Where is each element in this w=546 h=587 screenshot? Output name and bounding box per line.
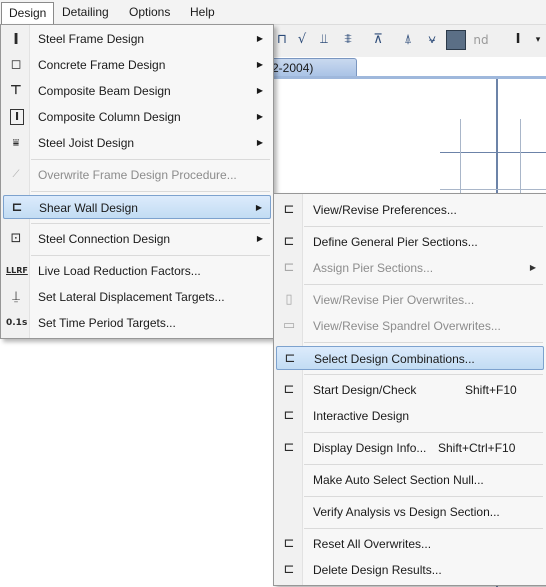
menu-item-interactive-design[interactable]: ⊏ Interactive Design: [276, 404, 544, 428]
submenu-arrow-icon: ▶: [256, 234, 263, 243]
interactive-design-icon: ⊏: [283, 408, 295, 423]
menu-detailing[interactable]: Detailing: [55, 2, 116, 22]
menu-item-assign-pier-sections[interactable]: ⊏ Assign Pier Sections... ▶: [276, 256, 544, 280]
menu-separator: [31, 223, 270, 224]
menu-item-make-auto-select-section-null[interactable]: Make Auto Select Section Null...: [276, 468, 544, 492]
displacement-target-icon: ⍊: [12, 289, 20, 304]
overwrite-procedure-icon: ⟋: [12, 169, 20, 180]
menu-item-define-general-pier-sections[interactable]: ⊏ Define General Pier Sections...: [276, 230, 544, 254]
menu-item-start-design-check[interactable]: ⊏ Start Design/Check Shift+F10: [276, 378, 544, 402]
check-icon[interactable]: √: [292, 30, 312, 50]
concrete-frame-icon: ◻: [10, 57, 22, 72]
menu-separator: [304, 374, 543, 375]
menu-separator: [304, 342, 543, 343]
composite-beam-icon: ⊤: [10, 83, 22, 98]
shear-wall-design-submenu: ⊏ View/Revise Preferences... ⊏ Define Ge…: [273, 193, 546, 586]
beam-icon[interactable]: ⫫: [314, 30, 334, 50]
menu-item-set-time-period-targets[interactable]: 0.1s Set Time Period Targets...: [3, 311, 271, 335]
menu-help[interactable]: Help: [183, 2, 222, 22]
menu-item-view-revise-spandrel-overwrites[interactable]: ▭ View/Revise Spandrel Overwrites...: [276, 314, 544, 338]
menu-separator: [31, 255, 270, 256]
menu-separator: [304, 432, 543, 433]
document-tab[interactable]: 2-2004): [263, 58, 357, 76]
menu-separator: [304, 496, 543, 497]
steel-joist-icon: ⩸: [12, 136, 20, 149]
menu-separator: [304, 284, 543, 285]
composite-column-icon: I: [10, 109, 24, 125]
steel-frame-icon: I: [13, 30, 19, 48]
toolbar: ⊓ √ ⫫ ⩨ ⊼ ⍋ ⍱ nd I ▾: [268, 25, 546, 57]
menu-bar: Design Detailing Options Help: [0, 0, 546, 25]
steel-connection-icon: ⊡: [10, 231, 22, 246]
menu-separator: [304, 226, 543, 227]
menu-item-verify-analysis-vs-design-section[interactable]: Verify Analysis vs Design Section...: [276, 500, 544, 524]
dropdown-arrow-icon[interactable]: ▾: [528, 30, 546, 50]
menu-item-steel-frame-design[interactable]: I Steel Frame Design ▶: [3, 27, 271, 51]
menu-item-delete-design-results[interactable]: ⊏ Delete Design Results...: [276, 558, 544, 582]
llrf-icon: LLRF: [6, 266, 28, 275]
truss-icon[interactable]: ⍱: [422, 30, 442, 50]
delete-results-icon: ⊏: [283, 562, 295, 577]
define-pier-icon: ⊏: [283, 234, 295, 249]
menu-item-select-design-combinations[interactable]: ⊏ Select Design Combinations...: [276, 346, 544, 370]
menu-separator: [31, 159, 270, 160]
menu-item-display-design-info[interactable]: ⊏ Display Design Info... Shift+Ctrl+F10: [276, 436, 544, 460]
menu-design[interactable]: Design: [1, 2, 55, 25]
submenu-arrow-icon: ▶: [256, 86, 263, 95]
preferences-icon: ⊏: [283, 202, 295, 217]
menu-options[interactable]: Options: [122, 2, 177, 22]
menu-item-concrete-frame-design[interactable]: ◻ Concrete Frame Design ▶: [3, 53, 271, 77]
render-icon[interactable]: [446, 30, 466, 50]
menu-item-composite-beam-design[interactable]: ⊤ Composite Beam Design ▶: [3, 79, 271, 103]
menu-item-steel-connection-design[interactable]: ⊡ Steel Connection Design ▶: [3, 227, 271, 251]
menu-item-reset-all-overwrites[interactable]: ⊏ Reset All Overwrites...: [276, 532, 544, 556]
pier-overwrites-icon: ▯: [285, 292, 293, 307]
submenu-arrow-icon: ▶: [256, 60, 263, 69]
menu-item-live-load-reduction-factors[interactable]: LLRF Live Load Reduction Factors...: [3, 259, 271, 283]
start-design-icon: ⊏: [283, 382, 295, 397]
nd-icon[interactable]: nd: [471, 30, 491, 50]
time-period-icon: 0.1s: [6, 318, 28, 328]
spandrel-overwrites-icon: ▭: [282, 318, 296, 333]
submenu-arrow-icon: ▶: [255, 203, 262, 212]
menu-item-composite-column-design[interactable]: I Composite Column Design ▶: [3, 105, 271, 129]
menu-separator: [304, 464, 543, 465]
frame-icon[interactable]: ⊓: [272, 30, 292, 50]
shortcut-text: Shift+Ctrl+F10: [438, 441, 516, 455]
submenu-arrow-icon: ▶: [256, 138, 263, 147]
support-icon[interactable]: ⍋: [398, 30, 418, 50]
portal-frame-icon[interactable]: ⊼: [368, 30, 388, 50]
submenu-arrow-icon: ▶: [529, 263, 536, 272]
menu-separator: [304, 528, 543, 529]
grid-line: [440, 152, 546, 153]
section-i-icon[interactable]: I: [508, 30, 528, 50]
shear-wall-icon: ⊏: [11, 200, 23, 215]
submenu-arrow-icon: ▶: [256, 34, 263, 43]
design-info-icon: ⊏: [283, 440, 295, 455]
assign-pier-icon: ⊏: [283, 260, 295, 275]
shortcut-text: Shift+F10: [465, 383, 517, 397]
menu-item-view-revise-pier-overwrites[interactable]: ▯ View/Revise Pier Overwrites...: [276, 288, 544, 312]
menu-item-steel-joist-design[interactable]: ⩸ Steel Joist Design ▶: [3, 131, 271, 155]
menu-item-shear-wall-design[interactable]: ⊏ Shear Wall Design ▶: [3, 195, 271, 219]
menu-item-view-revise-preferences[interactable]: ⊏ View/Revise Preferences...: [276, 198, 544, 222]
deck-icon[interactable]: ⩨: [338, 30, 358, 50]
reset-overwrites-icon: ⊏: [283, 536, 295, 551]
menu-item-set-lateral-displacement-targets[interactable]: ⍊ Set Lateral Displacement Targets...: [3, 285, 271, 309]
submenu-arrow-icon: ▶: [256, 112, 263, 121]
design-menu: I Steel Frame Design ▶ ◻ Concrete Frame …: [0, 24, 274, 339]
design-combinations-icon: ⊏: [284, 351, 296, 366]
menu-item-overwrite-frame-design-procedure[interactable]: ⟋ Overwrite Frame Design Procedure...: [3, 163, 271, 187]
grid-line: [440, 189, 546, 190]
menu-separator: [31, 191, 270, 192]
